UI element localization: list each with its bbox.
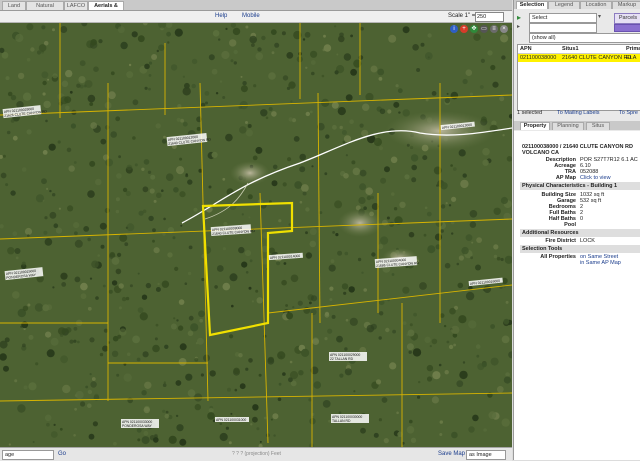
coordinate-readout: ? ? ? (projection) Feet: [232, 451, 281, 457]
selected-count: 1 selected: [517, 110, 543, 116]
map-canvas[interactable]: APN 02110002800021626 CLUTE CANYON RD AP…: [0, 23, 512, 447]
save-map-link[interactable]: Save Map: [438, 451, 465, 457]
tab-selection[interactable]: Selection: [516, 1, 548, 9]
tab-natural-features[interactable]: Natural Features: [26, 1, 64, 17]
section-physical: Physical Characteristics - Building 1: [520, 182, 640, 190]
parcel-label: APN 021100031000: [216, 418, 246, 422]
select-dropdown[interactable]: Select: [529, 13, 597, 23]
search-type-select[interactable]: age: [2, 450, 54, 460]
scale-select[interactable]: 250: [475, 12, 504, 22]
tab-property[interactable]: Property: [520, 122, 550, 130]
field-value: 532 sq ft: [580, 198, 602, 204]
tab-markup[interactable]: Markup: [612, 1, 640, 9]
field-label: AP Map: [555, 175, 576, 181]
measure-icon[interactable]: ▭: [480, 25, 488, 33]
map-panel: Land Use Natural Features LAFCO Aerials …: [0, 0, 512, 461]
save-format-select[interactable]: as Image: [466, 450, 506, 460]
parcel-label: APN 021100033000 PONDEROSA WAY: [122, 420, 153, 428]
property-details: 021100038000 / 21640 CLUTE CANYON RD VOL…: [514, 131, 640, 460]
close-icon[interactable]: ×: [500, 25, 508, 33]
select-tool-icon[interactable]: ▸: [517, 13, 521, 22]
cell-apn: 021100038000: [520, 55, 557, 61]
tab-planning[interactable]: Planning: [552, 122, 584, 130]
fire-district-label: Fire District: [545, 238, 576, 244]
zoom-in-icon[interactable]: +: [460, 25, 468, 33]
ap-map-link[interactable]: Click to view: [580, 175, 611, 181]
pan-icon[interactable]: ✥: [470, 25, 478, 33]
table-row[interactable]: 021100038000 21640 CLUTE CANYON RD ELA: [518, 54, 640, 62]
field-label: Pool: [564, 222, 576, 228]
detail-tabs: Property Planning Situs: [514, 121, 640, 130]
map-status-bar: age Go ? ? ? (projection) Feet Save Map …: [0, 447, 512, 461]
show-all-filter[interactable]: (show all): [529, 33, 640, 43]
side-panel: Selection Legend Location Markup ▸ Selec…: [513, 0, 640, 460]
section-selection-tools: Selection Tools: [520, 245, 640, 253]
fire-district-value: LOCK: [580, 238, 595, 244]
field-value: 0: [580, 216, 584, 222]
layer-dropdown[interactable]: [529, 23, 597, 33]
column-apn[interactable]: APN: [520, 45, 532, 53]
selection-footer: 1 selected To Mailing Labels To Spre: [517, 110, 640, 118]
cell-situs: 21640 CLUTE CANYON RD: [562, 55, 632, 61]
scale-label: Scale 1" =: [448, 13, 476, 19]
section-additional: Additional Resources: [520, 229, 640, 237]
parcels-button[interactable]: Parcels: [614, 13, 640, 24]
help-link[interactable]: Help: [215, 13, 227, 19]
go-button[interactable]: Go: [58, 451, 66, 457]
table-header: APN Situs1 Prima: [518, 45, 640, 54]
mobile-link[interactable]: Mobile: [242, 13, 260, 19]
print-icon[interactable]: ≡: [490, 25, 498, 33]
tab-aerials-topo[interactable]: Aerials & Topo: [88, 1, 124, 17]
spreadsheet-link[interactable]: To Spre: [619, 110, 638, 116]
tab-legend[interactable]: Legend: [548, 1, 580, 9]
mailing-labels-link[interactable]: To Mailing Labels: [557, 110, 600, 116]
tab-location[interactable]: Location: [580, 1, 612, 9]
aerial-map[interactable]: APN 02110002800021626 CLUTE CANYON RD AP…: [0, 23, 512, 447]
cell-prima: ELA: [626, 55, 637, 61]
layer-icon: ▸: [517, 24, 521, 30]
property-city: VOLCANO CA: [522, 150, 559, 156]
map-toolbar: Help Mobile Scale 1" = 250: [0, 11, 512, 23]
tab-land-use[interactable]: Land Use: [2, 1, 26, 17]
all-properties-label: All Properties: [540, 254, 576, 260]
column-prima[interactable]: Prima: [626, 45, 640, 53]
tab-situs[interactable]: Situs: [586, 122, 610, 130]
chevron-down-icon: ▾: [598, 14, 602, 20]
highlight-color-bar: [614, 24, 640, 32]
map-tabs: Land Use Natural Features LAFCO Aerials …: [0, 0, 512, 17]
info-icon[interactable]: i: [450, 25, 458, 33]
same-ap-map-link[interactable]: in Same AP Map: [580, 260, 621, 266]
tab-lafco[interactable]: LAFCO: [64, 1, 88, 10]
selection-results-table: APN Situs1 Prima 021100038000 21640 CLUT…: [517, 44, 640, 111]
selection-tabs: Selection Legend Location Markup: [514, 0, 640, 9]
column-situs1[interactable]: Situs1: [562, 45, 579, 53]
